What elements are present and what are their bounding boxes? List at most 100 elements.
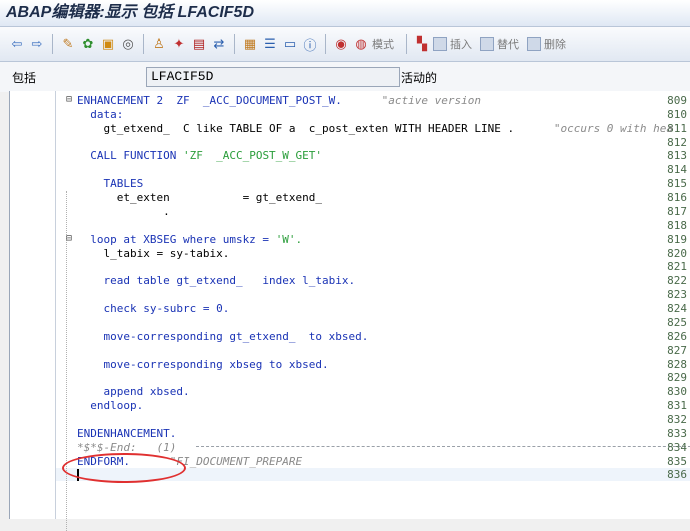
line-number: 831 [667,399,687,413]
code-text: loop at XBSEG where umskz = 'W'. [77,232,303,246]
toolbar-separator [234,34,235,54]
line-number: 819 [667,232,687,246]
code-comment: "occurs 0 with hea [514,121,674,135]
toolbar-separator [143,34,144,54]
line-number: 809 [667,94,687,107]
code-line: CALL FUNCTION 'ZF _ACC_POST_W_GET' [77,149,322,162]
code-line: read table gt_etxend_ index l_tabix. [77,274,355,287]
code-text: ENDENHANCEMENT. [77,426,177,440]
line-number: 812 [667,135,687,149]
line-number: 821 [667,260,687,274]
insert-icon [433,37,447,51]
code-text: et_exten = gt_etxend_ [77,191,323,205]
code-text: CALL FUNCTION 'ZF _ACC_POST_W_GET' [77,149,323,163]
code-line: move-corresponding gt_etxend_ to xbsed. [77,330,368,343]
replace-button[interactable]: 替代 [480,36,519,52]
code-line: data: [77,108,123,121]
code-comment: "active version [341,94,481,107]
insert-button[interactable]: 插入 [433,36,472,52]
line-number: 810 [667,107,687,121]
code-comment: *$*$-End: (1) [77,440,177,454]
activate-icon[interactable]: ✦ [170,35,188,53]
mode-button[interactable]: 模式 [372,36,394,52]
code-line: gt_etxend_ C like TABLE OF a c_post_exte… [77,122,673,135]
code-line: loop at XBSEG where umskz = 'W'. [77,233,302,246]
code-line: endloop. [77,399,143,412]
code-line: ENDENHANCEMENT. [77,427,176,440]
code-line: l_tabix = sy-tabix. [77,247,229,260]
line-number: 828 [667,357,687,371]
check-icon[interactable]: ♙ [150,35,168,53]
toolbar-separator [325,34,326,54]
code-text: move-corresponding gt_etxend_ to xbsed. [77,329,369,343]
fold-toggle-icon[interactable]: ⊟ [66,233,72,244]
line-number: 835 [667,454,687,468]
line-number: 816 [667,191,687,205]
active-inactive-icon[interactable]: ▣ [99,35,117,53]
code-line: et_exten = gt_etxend_ [77,191,322,204]
test-icon[interactable]: ▤ [190,35,208,53]
code-line: . [77,205,170,218]
code-line: TABLES [77,177,143,190]
line-number: 836 [667,468,687,482]
back-icon[interactable]: ⇦ [8,35,26,53]
line-number: 818 [667,218,687,232]
code-text: endloop. [77,399,144,413]
line-number: 829 [667,371,687,385]
application-toolbar: ⇦ ⇨ ✎ ✿ ▣ ◎ ♙ ✦ ▤ ⇄ ▦ ☰ ▭ ⓘ ◉ ◍ 模式 ▚ 插入 … [0,27,690,62]
delete-button[interactable]: 删除 [527,36,566,52]
code-text: read table gt_etxend_ index l_tabix. [77,274,356,288]
line-number: 817 [667,204,687,218]
other-object-icon[interactable]: ✎ [59,35,77,53]
line-number: 823 [667,288,687,302]
red-highlight-annotation [62,453,186,483]
code-text: TABLES [77,177,144,191]
include-info-row: 包括 LFACIF5D 活动的 [0,62,690,92]
line-number: 822 [667,274,687,288]
forward-icon[interactable]: ⇨ [28,35,46,53]
replace-icon [480,37,494,51]
mode-label: 模式 [372,38,394,51]
code-line: ENHANCEMENT 2 ZF _ACC_DOCUMENT_POST_W. "… [77,94,481,107]
code-text: gt_etxend_ C like TABLE OF a c_post_exte… [77,121,515,135]
display-object-icon[interactable]: ▭ [281,35,299,53]
code-line: *$*$-End: (1) [77,441,176,454]
code-text: . [77,204,170,218]
pattern-icon[interactable]: ▚ [413,35,431,53]
line-number: 827 [667,343,687,357]
line-number: 824 [667,302,687,316]
line-number: 825 [667,315,687,329]
delete-icon [527,37,541,51]
toolbar-separator [406,34,407,54]
window-title: ABAP编辑器:显示 包括 LFACIF5D [0,0,690,27]
code-text: ENHANCEMENT 2 ZF _ACC_DOCUMENT_POST_W. [77,94,342,107]
delete-label: 删除 [544,38,566,51]
display-change-icon[interactable]: ✿ [79,35,97,53]
toolbar-separator [52,34,53,54]
line-number: 826 [667,329,687,343]
line-number: 833 [667,426,687,440]
code-text: check sy-subrc = 0. [77,302,230,316]
line-number: 813 [667,149,687,163]
code-text: data: [77,107,124,121]
breakpoint-icon[interactable]: ◉ [332,35,350,53]
navigation-icon[interactable]: ☰ [261,35,279,53]
line-number-gutter [10,91,56,519]
line-number: 832 [667,413,687,426]
fold-toggle-icon[interactable]: ⊟ [66,94,72,105]
code-text: append xbsed. [77,385,190,399]
line-number: 814 [667,163,687,177]
code-line: check sy-subrc = 0. [77,302,229,315]
code-line: move-corresponding xbseg to xbsed. [77,357,329,371]
include-name-field[interactable]: LFACIF5D [146,67,400,87]
include-label: 包括 [12,70,37,85]
line-number: 830 [667,385,687,399]
line-number: 815 [667,177,687,191]
where-used-icon[interactable]: ⇄ [210,35,228,53]
code-text: move-corresponding xbseg to xbsed. [77,357,329,371]
object-list-icon[interactable]: ▦ [241,35,259,53]
line-number: 820 [667,246,687,260]
other-icon[interactable]: ◎ [119,35,137,53]
watchpoint-icon[interactable]: ◍ [352,35,370,53]
info-icon[interactable]: ⓘ [301,35,319,54]
